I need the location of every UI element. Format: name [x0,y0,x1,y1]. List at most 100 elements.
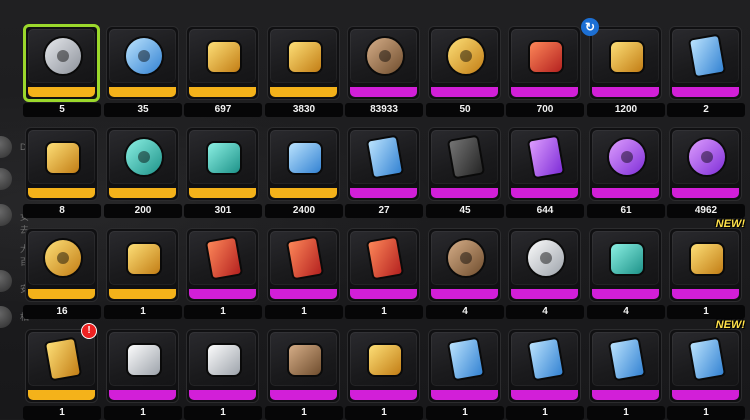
item-tile [186,329,259,403]
item-count: 301 [184,204,262,218]
blue-book-icon [688,34,726,78]
item-art-frame [431,332,498,386]
item-tile [669,228,742,302]
item-art-frame [511,231,578,285]
refresh-icon: ↻ [581,18,599,36]
item-count: 1 [345,406,423,420]
item-art-frame [270,332,337,386]
item-art-frame [350,29,417,83]
rarity-bar [109,289,176,299]
item-art-frame [28,332,95,386]
rarity-bar [189,188,256,198]
red-ticket-icon [366,236,404,280]
item-art-frame [189,130,256,184]
film-reel-gold-icon [526,238,566,278]
item-tile [428,329,501,403]
item-tile [428,127,501,201]
item-tile [508,228,581,302]
avatar [0,204,12,226]
rarity-bar [672,188,739,198]
tiger-cat-box-gold-icon [367,343,403,377]
item-tile [267,329,340,403]
item-art-frame [511,29,578,83]
item-count: 1 [104,406,182,420]
hia-gold-coin-icon [43,238,83,278]
item-count: 8 [23,204,101,218]
item-count: 2 [667,103,745,117]
rarity-bar [270,87,337,97]
rarity-bar [270,390,337,400]
rabbit-device-icon [206,40,242,74]
rarity-bar [270,188,337,198]
red-ticket-icon [205,236,243,280]
item-art-frame [109,130,176,184]
item-art-frame [431,231,498,285]
item-tile [508,329,581,403]
gold-coin-icon [446,36,486,76]
gold-carrot-icon [689,242,725,276]
item-count: 200 [104,204,182,218]
purple-card-icon [527,135,565,179]
item-tile [25,127,98,201]
item-art-frame [189,332,256,386]
item-art-frame [270,130,337,184]
avatar [0,270,12,292]
item-art-frame [350,130,417,184]
item-count: 4962 [667,204,745,218]
rarity-bar [28,390,95,400]
item-tile [106,26,179,100]
blue-flower-card-icon [527,337,565,381]
blue-flower-card-icon [608,337,646,381]
avatar [0,136,12,158]
item-art-frame [109,29,176,83]
avatar [0,168,12,190]
new-badge: NEW! [715,319,745,331]
item-tile [267,26,340,100]
bronze-coin-icon [365,36,405,76]
teal-gear-icon [124,137,164,177]
rarity-bar [350,87,417,97]
golden-fish-icon [609,40,645,74]
gold-figure-icon [126,242,162,276]
item-art-frame [28,231,95,285]
item-art-frame [672,231,739,285]
item-tile [669,329,742,403]
item-count: 1 [265,305,343,319]
item-art-frame [189,231,256,285]
w-engine-card-icon [44,337,82,381]
rarity-bar [189,390,256,400]
item-tile [267,228,340,302]
item-tile [25,228,98,302]
item-tile [347,228,420,302]
item-count: 83933 [345,103,423,117]
item-count: 61 [587,204,665,218]
item-tile [186,26,259,100]
rarity-bar [189,289,256,299]
rarity-bar [672,87,739,97]
cat-stickers-icon [126,343,162,377]
new-badge: NEW! [715,218,745,230]
item-count: 1200 [587,103,665,117]
gold-cube-icon [287,40,323,74]
rarity-bar [431,87,498,97]
rarity-bar [592,87,659,97]
rarity-bar [109,87,176,97]
rarity-bar [511,390,578,400]
crystal-cluster-icon [528,40,564,74]
item-art-frame [109,231,176,285]
item-tile [347,127,420,201]
item-tile [508,26,581,100]
item-count: 1 [23,406,101,420]
item-art-frame [592,332,659,386]
teal-dice-icon [206,141,242,175]
item-art-frame [592,29,659,83]
teal-hammer-icon [609,242,645,276]
item-count: 1 [184,406,262,420]
item-tile [106,127,179,201]
rarity-bar [431,188,498,198]
item-count: 1 [184,305,262,319]
item-art-frame [592,130,659,184]
item-tile [589,26,662,100]
blue-flower-card-icon [688,337,726,381]
blue-card-icon [366,135,404,179]
